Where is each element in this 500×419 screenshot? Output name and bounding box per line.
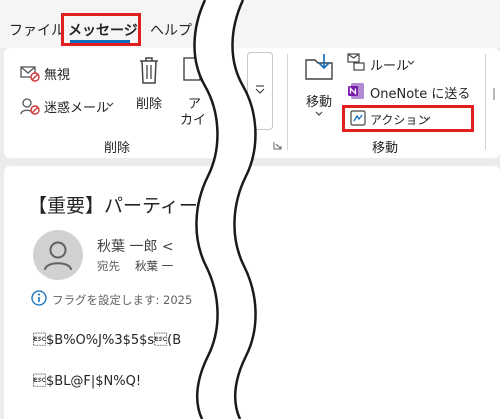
sender-name[interactable]: 秋葉 一郎 < bbox=[97, 236, 174, 256]
info-icon bbox=[31, 290, 47, 306]
dialog-launcher-icon[interactable] bbox=[272, 140, 282, 150]
actions-button[interactable]: アクション bbox=[370, 111, 429, 128]
active-tab-indicator bbox=[70, 40, 130, 43]
tab-message[interactable]: メッセージ bbox=[68, 20, 138, 40]
message-subject: 【重要】パーティー開始 bbox=[28, 195, 236, 217]
ignore-button[interactable]: 無視 bbox=[44, 64, 70, 83]
message-body-line: $B%O%J%3$5$s(B bbox=[33, 333, 182, 348]
chevron-down-icon bbox=[106, 100, 114, 110]
partial-icon bbox=[492, 86, 500, 102]
avatar[interactable] bbox=[33, 230, 83, 280]
trash-icon bbox=[136, 54, 162, 86]
junk-icon bbox=[20, 97, 40, 115]
archive-icon bbox=[183, 56, 201, 82]
group-separator bbox=[287, 54, 288, 150]
message-body-line: $BL@F|$N%Q! bbox=[33, 374, 142, 389]
chevron-down-icon bbox=[315, 110, 323, 118]
actions-icon bbox=[350, 110, 366, 126]
to-label: 宛先 bbox=[97, 259, 120, 273]
rules-icon bbox=[347, 53, 365, 71]
send-to-onenote-button[interactable]: OneNote に送る bbox=[370, 83, 470, 102]
group-separator bbox=[485, 54, 486, 150]
delete-button[interactable]: 削除 bbox=[136, 93, 162, 112]
ignore-icon bbox=[20, 64, 40, 82]
chevron-down-icon bbox=[407, 59, 415, 67]
flag-status-text: フラグを設定します: 2025 bbox=[52, 293, 193, 307]
tab-help[interactable]: ヘルプ bbox=[150, 20, 192, 40]
ribbon-tab-bar: ファイル メッセージ ヘルプ bbox=[0, 0, 500, 48]
archive-button-line2: カイ bbox=[180, 113, 207, 128]
junk-button[interactable]: 迷惑メール bbox=[44, 97, 109, 116]
move-button[interactable]: 移動 bbox=[306, 91, 332, 110]
chevron-down-icon bbox=[423, 115, 431, 123]
move-folder-icon bbox=[304, 52, 334, 82]
onenote-icon bbox=[347, 82, 365, 100]
group-label-delete: 削除 bbox=[104, 141, 131, 156]
ribbon-more-button[interactable] bbox=[247, 52, 273, 130]
recipient-name[interactable]: 秋葉 一 bbox=[135, 258, 173, 274]
group-label-move: 移動 bbox=[372, 141, 399, 156]
rules-button[interactable]: ルール bbox=[370, 55, 409, 74]
tab-file[interactable]: ファイル bbox=[9, 20, 65, 40]
